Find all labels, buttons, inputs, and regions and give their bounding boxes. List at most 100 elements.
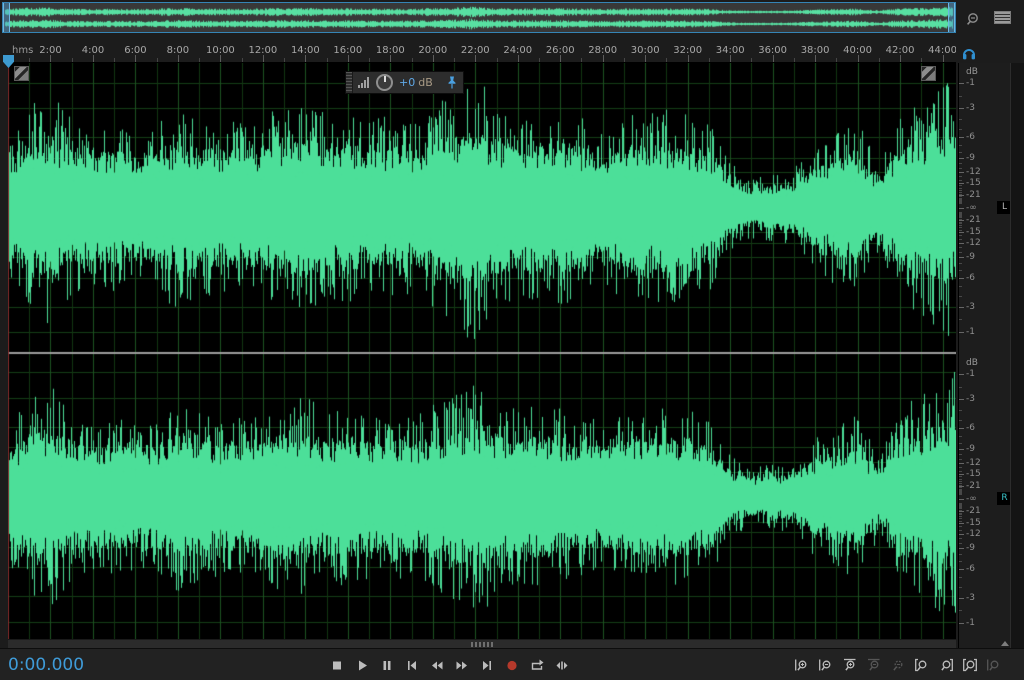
db-scale-tick — [959, 176, 962, 177]
timeline-tick — [603, 55, 604, 62]
db-scale-tick — [959, 222, 962, 223]
timeline-tick — [943, 55, 944, 62]
db-scale-tick — [959, 188, 962, 189]
stop-button[interactable] — [328, 656, 346, 674]
db-scale-label: -12 — [966, 167, 981, 177]
db-scale-label: -9 — [966, 153, 975, 163]
db-scale-tick — [959, 247, 962, 248]
hud-gain-panel[interactable]: +0 dB — [345, 71, 464, 94]
db-scale-tick — [959, 190, 962, 191]
db-scale-label: -3 — [966, 593, 975, 603]
db-scale-tick — [959, 443, 962, 444]
db-scale-tick — [959, 476, 962, 477]
zoom-out-full-button[interactable] — [889, 656, 907, 674]
db-scale-tick — [959, 129, 962, 130]
zoom-out-amplitude-button[interactable] — [865, 656, 883, 674]
db-scale-label: -21 — [966, 215, 981, 225]
zoom-to-selection-button[interactable] — [961, 656, 979, 674]
timeline-tick — [794, 58, 795, 62]
gain-value[interactable]: +0 — [399, 76, 415, 89]
timeline-tick — [29, 58, 30, 62]
skip-selection-button[interactable] — [553, 656, 571, 674]
db-scale-label: -1 — [966, 78, 975, 88]
scrollbar-grip[interactable] — [471, 642, 493, 647]
db-scale-tick — [959, 180, 962, 181]
timeline-tick — [157, 58, 158, 62]
db-scale-tick — [959, 454, 962, 455]
db-scale-tick — [959, 387, 962, 388]
db-scale-tick — [959, 217, 962, 218]
scroll-up-arrow-icon[interactable] — [1001, 641, 1009, 646]
play-icon — [354, 658, 370, 673]
db-scale-tick — [959, 83, 964, 84]
play-button[interactable] — [353, 656, 371, 674]
rewind-button[interactable] — [428, 656, 446, 674]
timeline-tick — [50, 55, 51, 62]
channel-badge-r[interactable]: R — [997, 492, 1011, 505]
headphone-monitor-icon[interactable] — [961, 45, 977, 61]
record-button[interactable] — [503, 656, 521, 674]
db-scale-tick — [959, 257, 964, 258]
db-scale-tick — [959, 463, 964, 464]
gain-knob[interactable] — [376, 74, 393, 91]
horizontal-scrollbar[interactable] — [8, 639, 956, 648]
zoom-to-in-point-icon — [914, 658, 930, 673]
move-to-next-button[interactable] — [478, 656, 496, 674]
overview-waveform[interactable] — [3, 3, 955, 32]
zoom-out-full-icon[interactable] — [963, 9, 983, 29]
db-scale-tick — [959, 513, 962, 514]
overview-range-handle-right[interactable] — [948, 3, 955, 32]
channel-badge-l[interactable]: L — [997, 201, 1011, 214]
db-scale-tick — [959, 235, 962, 236]
zoom-in-amplitude-icon — [842, 658, 858, 673]
db-scale-tick — [959, 623, 964, 624]
overview-range-handle-left[interactable] — [3, 3, 10, 32]
db-scale-tick — [959, 239, 962, 240]
db-scale-tick — [959, 278, 964, 279]
move-to-next-icon — [479, 658, 495, 673]
waveform-display[interactable] — [8, 63, 956, 648]
timeline-tick — [475, 55, 476, 62]
db-scale-tick — [959, 526, 962, 527]
db-scale-tick — [959, 420, 962, 421]
db-scale-tick — [959, 521, 962, 522]
overview-strip[interactable] — [2, 2, 956, 33]
db-scale-label: -15 — [966, 178, 981, 188]
timeline-ruler[interactable]: hms 2:004:006:008:0010:0012:0014:0016:00… — [8, 42, 956, 63]
panel-menu-icon[interactable] — [994, 11, 1011, 24]
waveform-canvas[interactable] — [8, 63, 956, 639]
db-scale-tick — [959, 227, 962, 228]
zoom-in-amplitude-button[interactable] — [841, 656, 859, 674]
zoom-out-time-button[interactable] — [817, 656, 835, 674]
fast-forward-button[interactable] — [453, 656, 471, 674]
move-to-previous-button[interactable] — [403, 656, 421, 674]
db-scale-channel[interactable]: dB-1-1-3-3-6-6-9-9-12-12-15-15-21-21-∞L — [959, 63, 1011, 353]
zoom-to-out-point-button[interactable] — [937, 656, 955, 674]
corner-resize-icon-right[interactable] — [921, 66, 936, 81]
db-scale-tick — [959, 263, 962, 264]
db-scale-channel[interactable]: dB-1-1-3-3-6-6-9-9-12-12-15-15-21-21-∞R — [959, 354, 1011, 638]
pause-button[interactable] — [378, 656, 396, 674]
db-scale-tick — [959, 203, 962, 204]
timeline-tick — [581, 58, 582, 62]
pin-icon[interactable] — [447, 76, 457, 89]
db-scale-tick — [959, 507, 962, 508]
db-scale-label: -12 — [966, 238, 981, 248]
timeline-tick — [327, 58, 328, 62]
timeline-tick — [284, 58, 285, 62]
playhead-time-display[interactable]: 0:00.000 — [8, 655, 84, 675]
db-scale-tick — [959, 185, 962, 186]
record-icon — [504, 658, 520, 673]
corner-resize-icon-left[interactable] — [14, 66, 29, 81]
loop-playback-button[interactable] — [528, 656, 546, 674]
db-scale-tick — [959, 471, 962, 472]
db-scale-label: -3 — [966, 394, 975, 404]
db-scale-tick — [959, 449, 964, 450]
zoom-to-in-point-button[interactable] — [913, 656, 931, 674]
reset-zoom-button[interactable] — [985, 656, 1003, 674]
amplitude-ruler[interactable]: dB-1-1-3-3-6-6-9-9-12-12-15-15-21-21-∞Ld… — [958, 63, 1010, 648]
zoom-in-time-button[interactable] — [793, 656, 811, 674]
db-scale-title: dB — [966, 358, 978, 368]
hud-drag-handle-icon[interactable] — [346, 72, 353, 93]
timeline-tick — [220, 55, 221, 62]
